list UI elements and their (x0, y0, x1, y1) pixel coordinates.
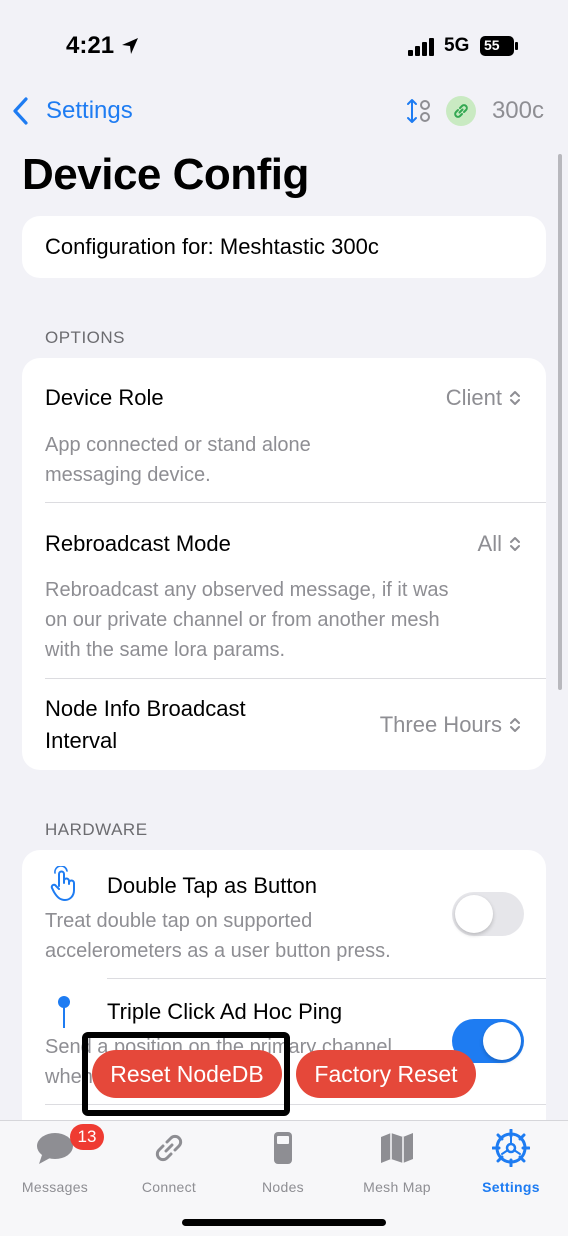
chevron-up-down-icon (510, 391, 520, 405)
battery-level: 55 (484, 37, 500, 53)
tab-nodes[interactable]: Nodes (228, 1129, 338, 1199)
tab-settings[interactable]: Settings (456, 1129, 566, 1199)
messages-badge: 13 (70, 1124, 104, 1150)
tab-mesh-map[interactable]: Mesh Map (342, 1129, 452, 1199)
chevron-up-down-icon (510, 537, 520, 551)
tab-nodes-label: Nodes (262, 1179, 304, 1195)
cellular-signal-icon (408, 38, 434, 56)
triple-click-label: Triple Click Ad Hoc Ping (107, 999, 343, 1024)
chat-bubble-icon (37, 1133, 73, 1164)
chevron-up-down-icon (510, 718, 520, 732)
status-bar: 4:21 5G 55 (0, 0, 568, 90)
home-indicator[interactable] (182, 1219, 386, 1226)
device-short-name: 300c (491, 97, 544, 124)
tab-connect[interactable]: Connect (114, 1129, 224, 1199)
chevron-left-icon (13, 97, 28, 125)
tab-settings-label: Settings (482, 1179, 540, 1195)
connected-link-icon[interactable] (445, 96, 476, 126)
network-type: 5G (444, 35, 470, 56)
options-header: OPTIONS (45, 328, 126, 347)
location-arrow-icon (122, 38, 138, 54)
scroll-indicator[interactable] (558, 154, 562, 690)
nav-right: 300c (406, 94, 544, 128)
tab-mesh-map-label: Mesh Map (363, 1179, 431, 1195)
status-time: 4:21 (66, 32, 115, 59)
rebroadcast-mode-value: All (477, 531, 502, 556)
device-role-value: Client (445, 385, 502, 410)
rebroadcast-mode-picker[interactable]: All (478, 528, 522, 560)
node-info-interval-label: Node Info Broadcast Interval (45, 696, 246, 753)
double-tap-label: Double Tap as Button (107, 873, 317, 898)
tab-connect-label: Connect (141, 1179, 197, 1195)
device-role-picker[interactable]: Client (446, 382, 522, 414)
rebroadcast-mode-label: Rebroadcast Mode (45, 531, 231, 556)
config-card: Configuration for: Meshtastic 300c (22, 216, 546, 278)
double-tap-toggle[interactable] (452, 892, 524, 936)
node-info-interval-value: Three Hours (379, 712, 502, 737)
radio-device-icon (274, 1132, 292, 1164)
hand-tap-icon (50, 866, 75, 901)
device-role-label: Device Role (45, 385, 164, 410)
back-button[interactable]: Settings (10, 94, 133, 128)
factory-reset-button[interactable]: Factory Reset (296, 1050, 476, 1098)
page-title: Device Config (22, 150, 309, 199)
pin-icon (58, 996, 70, 1028)
options-card: Device Role Client App connected or stan… (22, 358, 546, 770)
double-tap-description: Treat double tap on supported accelerome… (45, 910, 391, 962)
device-role-description: App connected or stand alone messaging d… (45, 434, 311, 486)
divider (107, 978, 546, 979)
highlight-box (82, 1032, 290, 1116)
link-icon (155, 1134, 183, 1162)
node-info-interval-picker[interactable]: Three Hours (380, 709, 522, 741)
divider (45, 678, 546, 679)
divider (45, 502, 546, 503)
gear-icon (492, 1129, 530, 1167)
hardware-header: HARDWARE (45, 820, 148, 839)
map-icon (381, 1133, 413, 1163)
config-for-text: Configuration for: Meshtastic 300c (45, 234, 379, 259)
rebroadcast-mode-description: Rebroadcast any observed message, if it … (45, 579, 449, 661)
back-label: Settings (46, 97, 133, 124)
tab-messages-label: Messages (21, 1179, 89, 1195)
sort-arrows-icon[interactable] (406, 96, 432, 126)
